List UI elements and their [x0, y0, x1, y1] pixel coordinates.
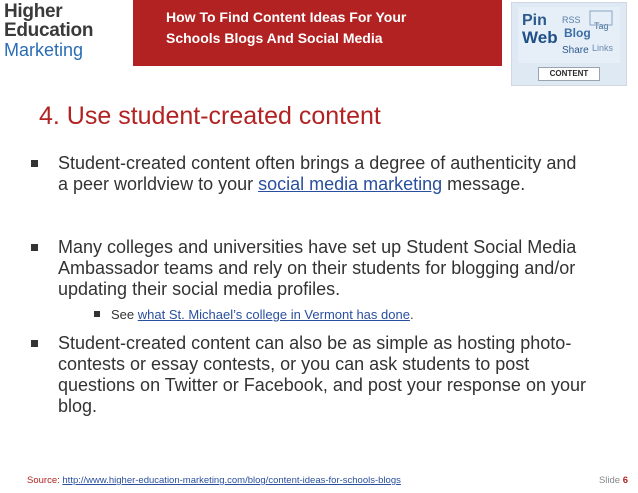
title-line-1: How To Find Content Ideas For Your: [166, 9, 407, 25]
bullet-text: Student-created content can also be as s…: [58, 333, 586, 416]
slide-heading: 4. Use student-created content: [39, 102, 381, 130]
logo-line-1: Higher: [4, 1, 63, 22]
source-line: Source: http://www.higher-education-mark…: [27, 475, 401, 486]
source-label: Source:: [27, 475, 60, 486]
content-tag-label: CONTENT: [538, 67, 600, 81]
bullet-text: Many colleges and universities have set …: [58, 237, 577, 299]
cloud-word-5: Share: [562, 45, 589, 56]
square-bullet-icon: [31, 244, 38, 251]
word-cloud-graphic: Pin Web RSS Blog Tag Share Links: [518, 7, 620, 63]
slide-number: Slide 6: [599, 475, 628, 486]
slide-label: Slide: [598, 475, 621, 486]
cloud-word-6: Links: [592, 43, 614, 53]
square-bullet-icon: [94, 311, 100, 317]
slide-number-value: 6: [622, 475, 628, 486]
cloud-word-2: RSS: [562, 15, 581, 25]
logo-line-3: Marketing: [4, 40, 84, 60]
square-bullet-icon: [31, 160, 38, 167]
logo: Higher Education Marketing: [0, 0, 133, 66]
cloud-word-4: Tag: [594, 21, 609, 31]
logo-line-2: Education: [4, 20, 94, 41]
title-line-2: Schools Blogs And Social Media: [166, 30, 383, 46]
cloud-word-1: Web: [522, 28, 558, 47]
header: Higher Education Marketing How To Find C…: [0, 0, 638, 86]
st-michaels-college-link[interactable]: what St. Michael’s college in Vermont ha…: [138, 307, 410, 322]
cloud-word-0: Pin: [522, 12, 547, 29]
cloud-word-3: Blog: [564, 26, 591, 40]
sub-bullet-text: See what St. Michael’s college in Vermon…: [111, 307, 414, 322]
source-url-link[interactable]: http://www.higher-education-marketing.co…: [62, 475, 400, 486]
bullet-text: Student-created content often brings a d…: [58, 153, 577, 194]
square-bullet-icon: [31, 340, 38, 347]
social-media-marketing-link[interactable]: social media marketing: [258, 174, 442, 194]
title-bar: How To Find Content Ideas For Your Schoo…: [133, 0, 502, 66]
content-word-cloud-image: Pin Web RSS Blog Tag Share Links CONTENT: [511, 2, 627, 86]
footer: Source: http://www.higher-education-mark…: [0, 471, 638, 493]
